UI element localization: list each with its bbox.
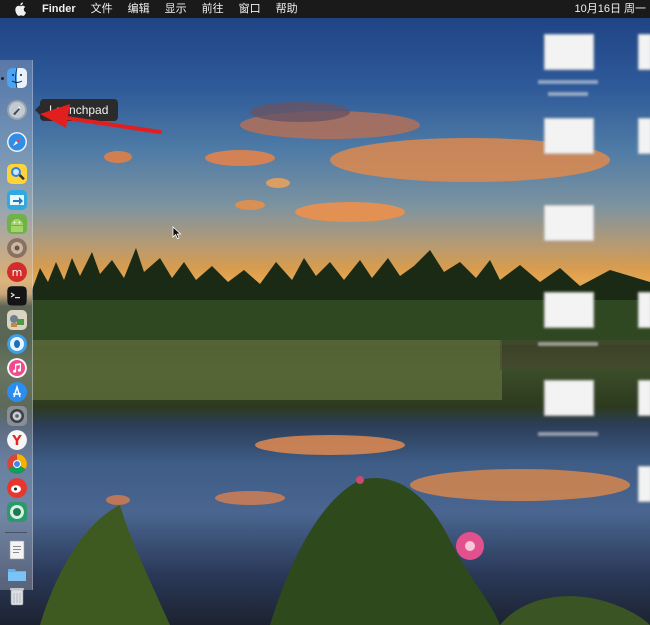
- terminal-icon[interactable]: [7, 286, 27, 306]
- appstore-icon[interactable]: [7, 382, 27, 402]
- netease-icon[interactable]: m: [7, 262, 27, 282]
- svg-text:m: m: [12, 266, 23, 279]
- photo-icon[interactable]: [7, 238, 27, 258]
- migration-icon[interactable]: [7, 190, 27, 210]
- desktop-file[interactable]: [544, 205, 594, 241]
- menu-file[interactable]: 文件: [91, 0, 113, 18]
- desktop-file[interactable]: [638, 466, 650, 502]
- itunes-icon[interactable]: [7, 358, 27, 378]
- launchpad-icon[interactable]: [7, 100, 27, 120]
- launchpad-tooltip: Launchpad: [40, 99, 118, 121]
- document-icon[interactable]: [7, 540, 27, 560]
- android-icon[interactable]: [7, 214, 27, 234]
- desktop-file[interactable]: [638, 118, 650, 154]
- desktop-file[interactable]: [544, 118, 594, 154]
- desktop-file[interactable]: [544, 292, 594, 328]
- system-preferences-icon[interactable]: [7, 406, 27, 426]
- desktop-file-label: [538, 432, 598, 436]
- menu-view[interactable]: 显示: [165, 0, 187, 18]
- menu-clock[interactable]: 10月16日 周一: [574, 0, 646, 18]
- desktop-file-label: [548, 92, 588, 96]
- menu-app-name[interactable]: Finder: [42, 0, 76, 18]
- running-indicator: [1, 77, 4, 80]
- automator-icon[interactable]: [7, 310, 27, 330]
- facetime-icon[interactable]: [7, 502, 27, 522]
- weibo-icon[interactable]: [7, 478, 27, 498]
- apple-icon[interactable]: [14, 2, 28, 16]
- trash-icon[interactable]: [7, 586, 27, 606]
- preview-icon[interactable]: [7, 164, 27, 184]
- dock-separator: [5, 532, 27, 533]
- desktop-wallpaper: [0, 0, 650, 625]
- desktop-file[interactable]: [544, 34, 594, 70]
- menu-help[interactable]: 帮助: [276, 0, 298, 18]
- finder-icon[interactable]: [7, 68, 27, 88]
- desktop-file[interactable]: [544, 380, 594, 416]
- downloads-folder-icon[interactable]: [7, 564, 27, 584]
- foreground-plants: [40, 478, 650, 625]
- desktop-file[interactable]: [638, 34, 650, 70]
- yandex-icon[interactable]: Y: [7, 430, 27, 450]
- menu-window[interactable]: 窗口: [239, 0, 261, 18]
- menu-edit[interactable]: 编辑: [128, 0, 150, 18]
- mouse-cursor-icon: [172, 226, 182, 240]
- desktop-file[interactable]: [638, 380, 650, 416]
- cloud-layer: [104, 102, 610, 222]
- dock: m Y: [0, 60, 33, 606]
- safari-icon[interactable]: [7, 132, 27, 152]
- qq-icon[interactable]: [7, 334, 27, 354]
- menu-go[interactable]: 前往: [202, 0, 224, 18]
- svg-text:Y: Y: [11, 434, 22, 449]
- chrome-icon[interactable]: [7, 454, 27, 474]
- menu-bar: Finder 文件 编辑 显示 前往 窗口 帮助 10月16日 周一: [0, 0, 650, 18]
- desktop-file[interactable]: [638, 292, 650, 328]
- desktop-file-label: [538, 80, 598, 84]
- desktop-file-label: [538, 342, 598, 346]
